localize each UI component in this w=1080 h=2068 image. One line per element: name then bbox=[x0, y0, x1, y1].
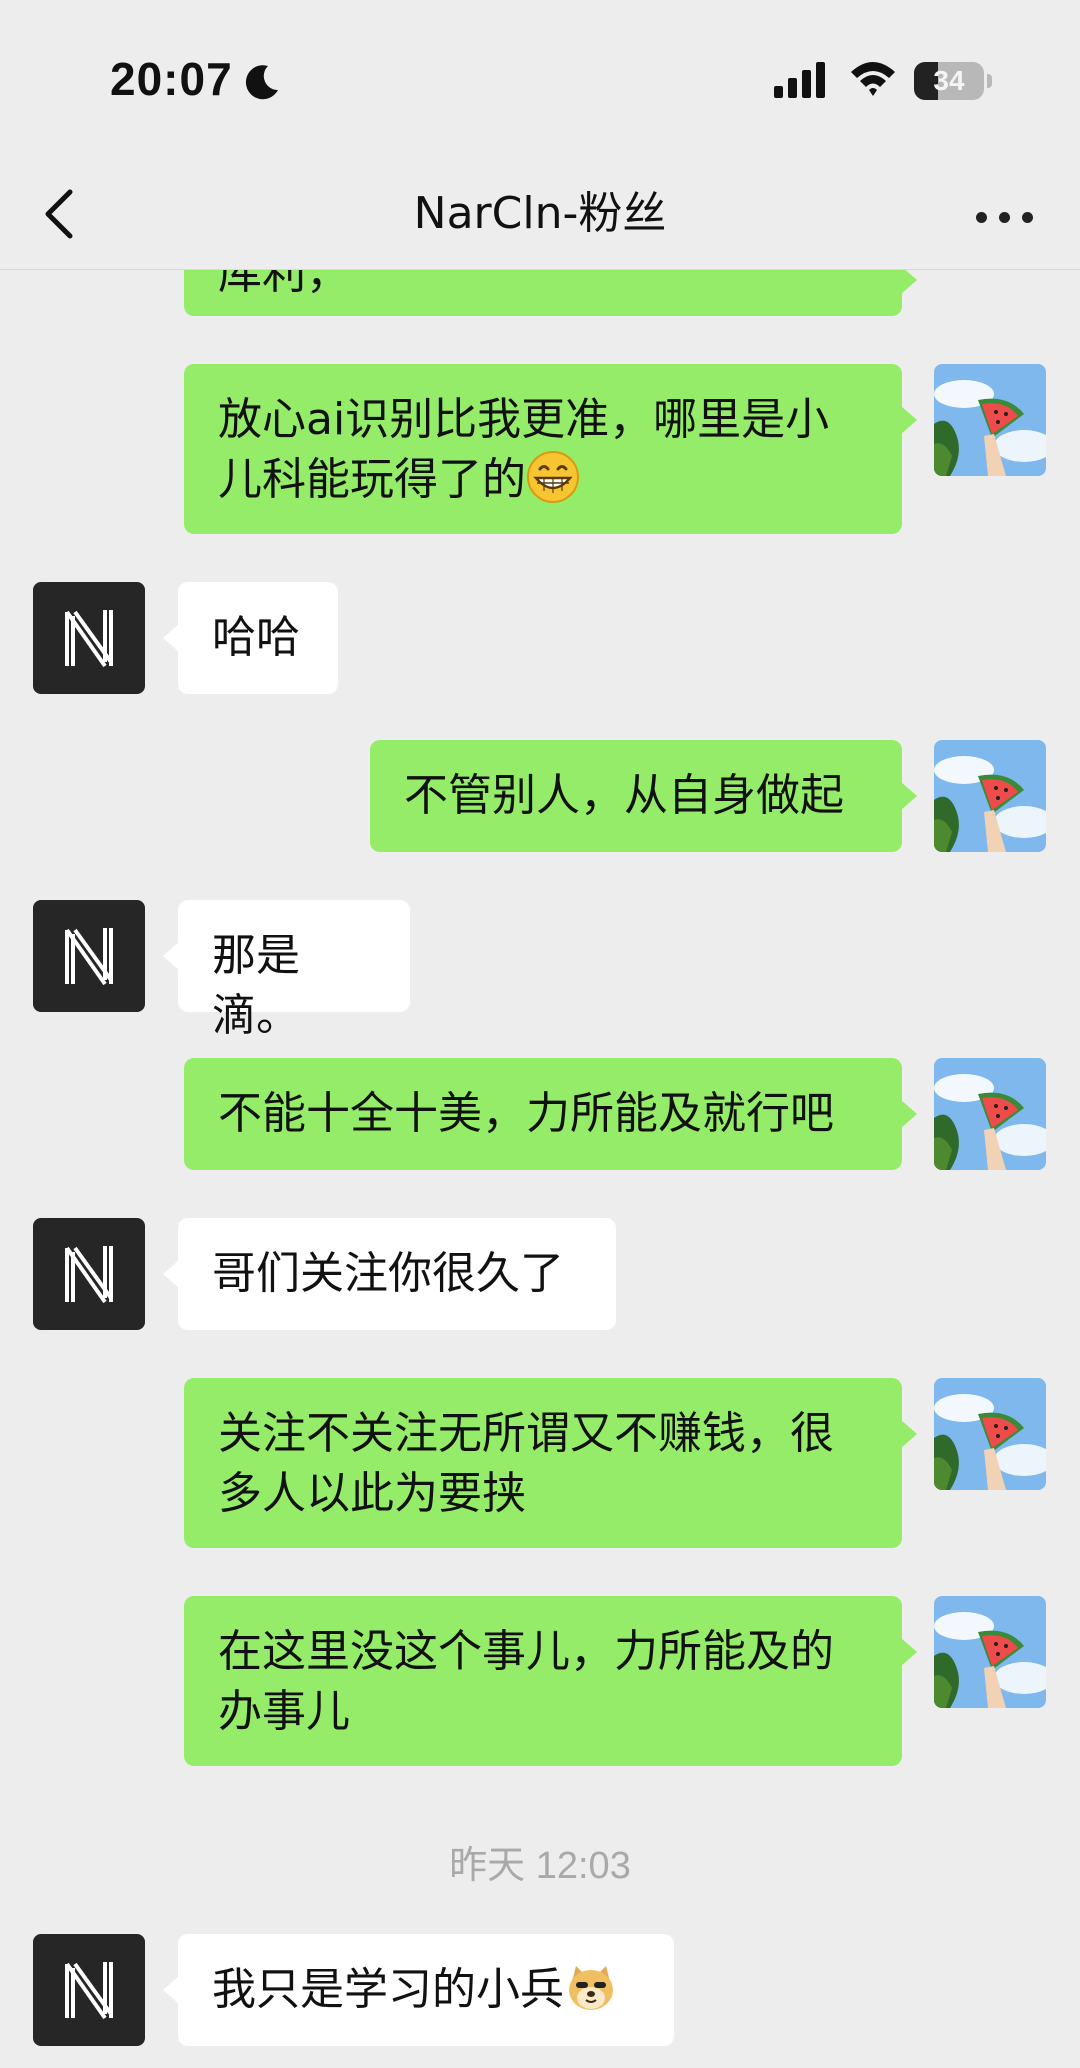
more-dots-icon bbox=[976, 212, 987, 223]
wifi-icon bbox=[851, 62, 895, 96]
n-logo-icon bbox=[65, 1962, 113, 2020]
my-avatar[interactable] bbox=[934, 1378, 1046, 1490]
watermelon-avatar-icon bbox=[934, 740, 1046, 852]
message-text: 关注不关注无所谓又不赚钱，很 bbox=[218, 1408, 834, 1459]
signal-icon bbox=[774, 62, 825, 98]
battery-level-text: 34 bbox=[933, 65, 965, 96]
message-text: 不能十全十美，力所能及就行吧 bbox=[218, 1088, 834, 1139]
watermelon-avatar-icon bbox=[934, 1378, 1046, 1490]
message-timestamp: 昨天 12:03 bbox=[449, 1845, 631, 1887]
watermelon-avatar-icon bbox=[934, 364, 1046, 476]
message-text: 那是滴。 bbox=[212, 930, 300, 1041]
message-text: 办事儿 bbox=[218, 1686, 350, 1737]
contact-avatar[interactable] bbox=[33, 1218, 145, 1330]
back-button[interactable] bbox=[34, 182, 90, 246]
message-bubble-sent[interactable]: 不管别人，从自身做起 bbox=[370, 740, 917, 852]
more-options-button[interactable] bbox=[970, 186, 1040, 246]
message-bubble-sent[interactable]: 在这里没这个事儿，力所能及的 办事儿 bbox=[184, 1596, 917, 1766]
watermelon-avatar-icon bbox=[934, 1596, 1046, 1708]
contact-avatar[interactable] bbox=[33, 582, 145, 694]
my-avatar[interactable] bbox=[934, 1058, 1046, 1170]
chat-message-list[interactable]: 库利， 放心ai识别比我更准，哪里是小 儿科能玩得了的 哈哈 不管别人，从自身做… bbox=[0, 0, 1080, 2068]
message-text: 不管别人，从自身做起 bbox=[404, 770, 844, 821]
more-dots-icon bbox=[999, 212, 1010, 223]
contact-avatar[interactable] bbox=[33, 900, 145, 1012]
message-bubble-received[interactable]: 我只是学习的小兵 bbox=[163, 1934, 674, 2046]
n-logo-icon bbox=[65, 928, 113, 986]
message-text: 在这里没这个事儿，力所能及的 bbox=[218, 1626, 834, 1677]
chat-title: NarCln-粉丝 bbox=[413, 188, 667, 239]
moon-icon bbox=[245, 65, 278, 100]
status-time: 20:07 bbox=[110, 53, 233, 105]
message-bubble-sent[interactable]: 放心ai识别比我更准，哪里是小 儿科能玩得了的 bbox=[184, 364, 917, 534]
battery-nub bbox=[987, 74, 992, 88]
my-avatar[interactable] bbox=[934, 740, 1046, 852]
message-text: 我只是学习的小兵 bbox=[212, 1964, 564, 2015]
message-bubble-received[interactable]: 哈哈 bbox=[163, 582, 338, 694]
contact-avatar[interactable] bbox=[33, 1934, 145, 2046]
battery-icon: 34 bbox=[914, 62, 984, 100]
n-logo-icon bbox=[65, 1246, 113, 1304]
message-bubble-received[interactable]: 那是滴。 bbox=[163, 900, 410, 1041]
n-logo-icon bbox=[65, 610, 113, 668]
chat-header: NarCln-粉丝 bbox=[0, 160, 1080, 270]
doge-emoji bbox=[569, 1966, 613, 2010]
my-avatar[interactable] bbox=[934, 1596, 1046, 1708]
chevron-left-icon bbox=[45, 189, 73, 239]
my-avatar[interactable] bbox=[934, 364, 1046, 476]
message-text: 哈哈 bbox=[212, 612, 300, 663]
message-text: 放心ai识别比我更准，哪里是小 bbox=[218, 394, 830, 445]
message-bubble-received[interactable]: 哥们关注你很久了 bbox=[163, 1218, 616, 1330]
watermelon-avatar-icon bbox=[934, 1058, 1046, 1170]
status-bar: 20:07 34 bbox=[0, 0, 1080, 160]
message-bubble-sent[interactable]: 关注不关注无所谓又不赚钱，很 多人以此为要挟 bbox=[184, 1378, 917, 1548]
grinning-face-emoji bbox=[527, 451, 579, 503]
message-text: 多人以此为要挟 bbox=[218, 1468, 526, 1519]
message-text: 儿科能玩得了的 bbox=[218, 454, 526, 505]
more-dots-icon bbox=[1022, 212, 1033, 223]
message-bubble-sent[interactable]: 不能十全十美，力所能及就行吧 bbox=[184, 1058, 917, 1170]
message-text: 哥们关注你很久了 bbox=[212, 1248, 564, 1299]
